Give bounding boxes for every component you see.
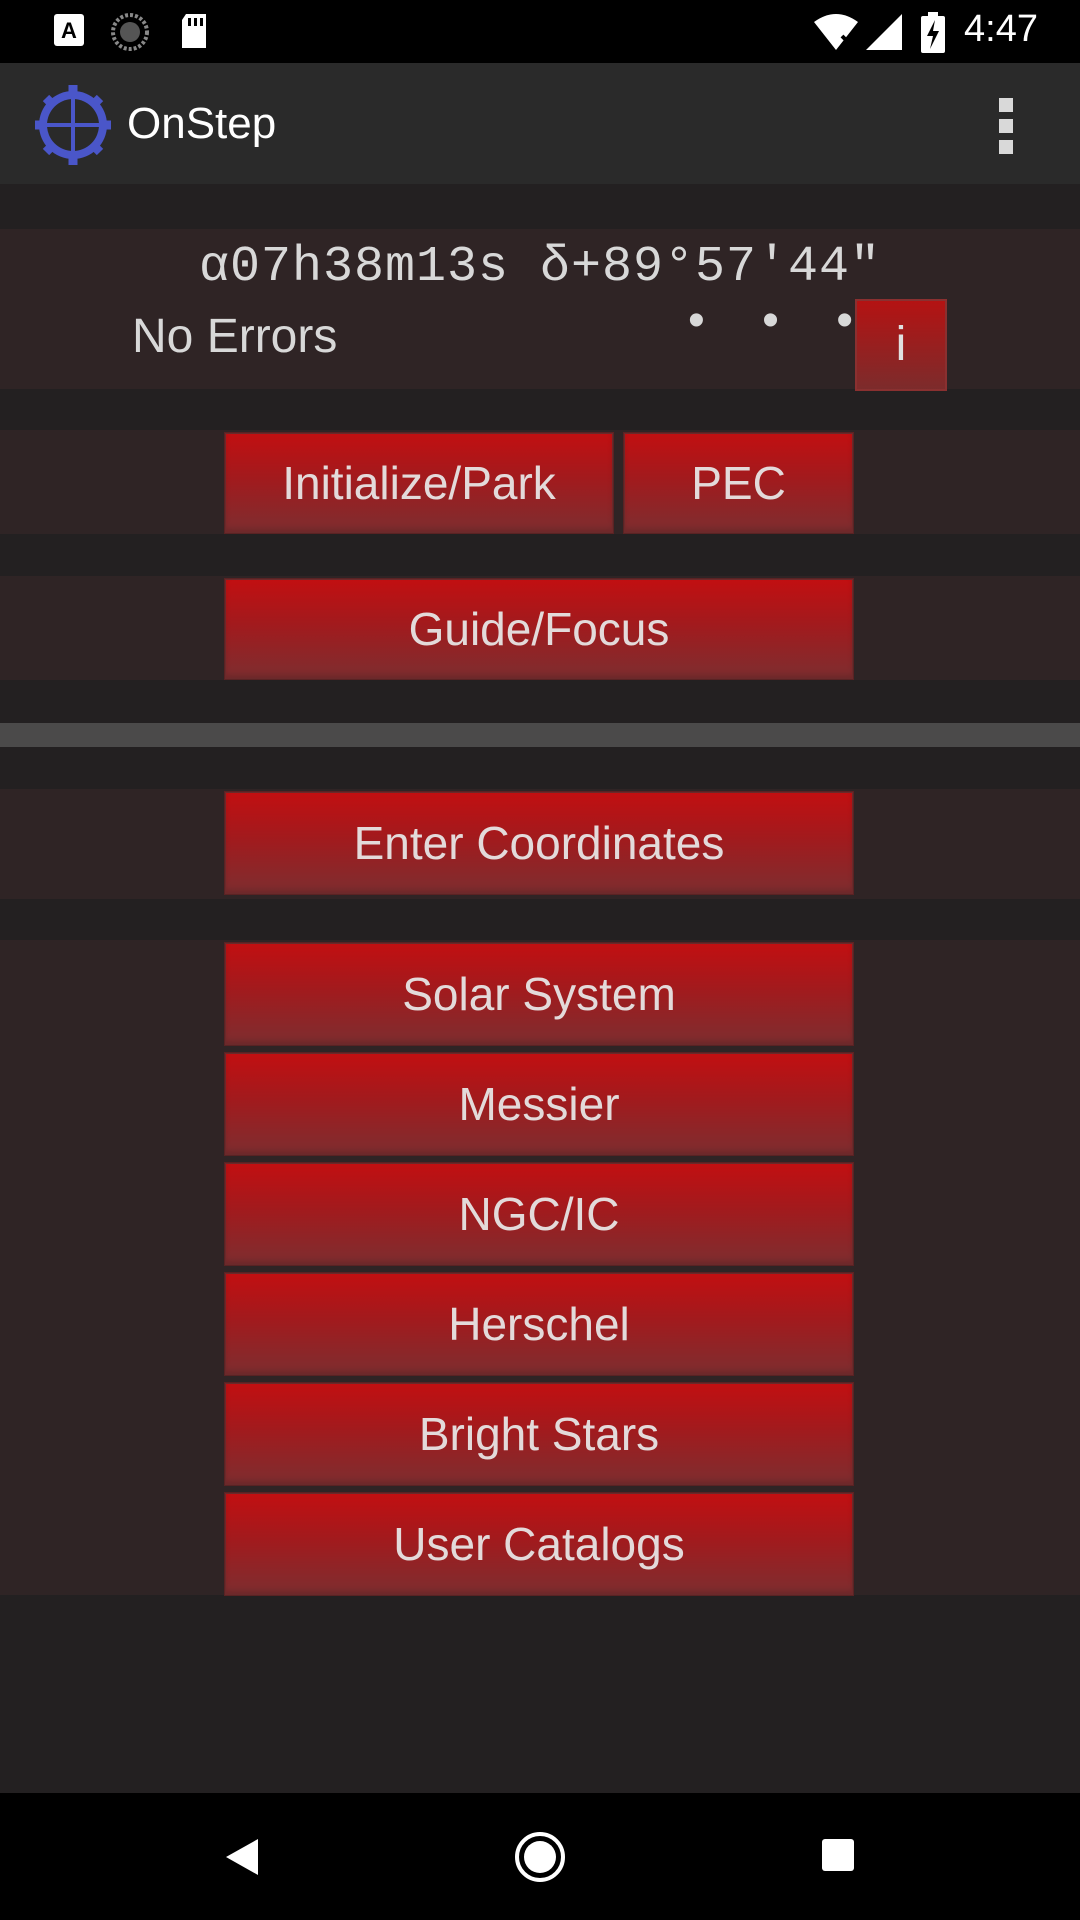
back-icon[interactable] <box>222 1835 262 1879</box>
divider <box>0 723 1080 747</box>
home-icon[interactable] <box>514 1831 566 1883</box>
app-title: OnStep <box>127 99 277 148</box>
status-bar: A 4:47 <box>0 0 1080 63</box>
text-a-icon: A <box>54 14 84 46</box>
battery-icon <box>921 12 945 53</box>
pec-button[interactable]: PEC <box>623 432 854 534</box>
sync-icon <box>111 13 149 51</box>
error-status: No Errors <box>132 310 338 363</box>
svg-text:A: A <box>61 18 77 43</box>
user-catalogs-button[interactable]: User Catalogs <box>224 1492 854 1596</box>
bright-stars-button[interactable]: Bright Stars <box>224 1382 854 1486</box>
guide-focus-button[interactable]: Guide/Focus <box>224 578 854 680</box>
navigation-bar <box>0 1793 1080 1920</box>
overflow-menu-icon[interactable] <box>996 98 1016 154</box>
enter-coordinates-button[interactable]: Enter Coordinates <box>224 791 854 895</box>
sd-card-icon <box>182 14 206 48</box>
coordinates-readout: α07h38m13s δ+89°57'44" <box>198 239 882 296</box>
initialize-park-button[interactable]: Initialize/Park <box>224 432 614 534</box>
activity-indicator: • • • <box>688 294 876 347</box>
wifi-icon <box>814 14 858 50</box>
app-bar: OnStep <box>0 63 1080 184</box>
status-panel: α07h38m13s δ+89°57'44" No Errors • • • i <box>0 229 1080 391</box>
messier-button[interactable]: Messier <box>224 1052 854 1156</box>
solar-system-button[interactable]: Solar System <box>224 942 854 1046</box>
info-button[interactable]: i <box>855 299 947 391</box>
ngc-ic-button[interactable]: NGC/IC <box>224 1162 854 1266</box>
herschel-button[interactable]: Herschel <box>224 1272 854 1376</box>
clock: 4:47 <box>964 8 1038 50</box>
signal-icon <box>866 14 902 50</box>
crosshair-gear-icon <box>35 85 111 165</box>
recents-icon[interactable] <box>820 1837 856 1873</box>
